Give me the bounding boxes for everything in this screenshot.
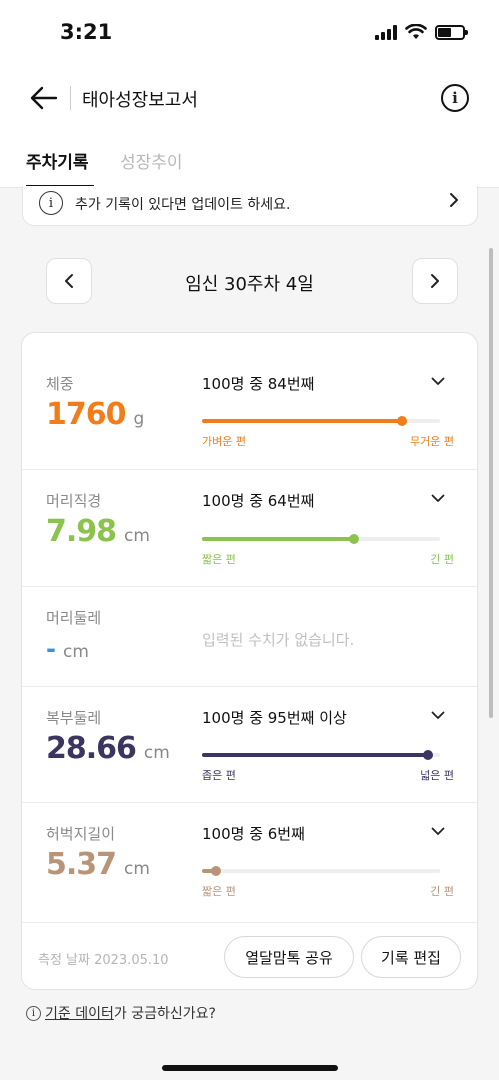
arrow-left-icon [30, 86, 58, 110]
info-icon: i [452, 89, 458, 107]
edit-record-button[interactable]: 기록 편집 [361, 936, 461, 978]
metric-number: 7.98 [46, 514, 117, 549]
percentile-track [202, 750, 440, 760]
metric-label: 머리둘레 [46, 609, 102, 627]
page-title: 태아성장보고서 [82, 90, 198, 111]
metric-number: - [46, 635, 56, 663]
status-time: 3:21 [60, 20, 113, 44]
metric-rank: 100명 중 6번째 [202, 825, 305, 843]
metric-unit: cm [124, 859, 150, 879]
notice-text: 추가 기록이 있다면 업데이트 하세요. [75, 197, 291, 213]
percentile-marker [211, 866, 222, 876]
metric-weight[interactable]: 체중 1760 g 100명 중 84번째 가벼운 편 무거운 편 [22, 333, 477, 470]
status-icons [375, 24, 468, 40]
metric-value: - cm [46, 635, 89, 663]
content-area: i 추가 기록이 있다면 업데이트 하세요. 임신 30주차 4일 체중 176… [0, 186, 499, 1080]
info-button[interactable]: i [441, 84, 469, 112]
chevron-right-icon [431, 274, 439, 288]
percentile-marker [396, 416, 407, 426]
percentile-fill [202, 537, 355, 541]
week-navigator: 임신 30주차 4일 [0, 258, 499, 304]
metric-rank: 100명 중 64번째 [202, 492, 315, 510]
info-icon: i [39, 191, 63, 215]
metric-femur-length[interactable]: 허벅지길이 5.37 cm 100명 중 6번째 짧은 편 긴 편 [22, 803, 477, 923]
metric-number: 28.66 [46, 731, 137, 766]
growth-card: 체중 1760 g 100명 중 84번째 가벼운 편 무거운 편 머리직경 7.… [21, 332, 478, 990]
metric-abdominal-circumference[interactable]: 복부둘레 28.66 cm 100명 중 95번째 이상 좁은 편 넓은 편 [22, 687, 477, 803]
battery-icon [435, 24, 468, 40]
metric-unit: cm [124, 526, 150, 546]
scale-high-label: 긴 편 [430, 553, 454, 566]
metric-head-diameter[interactable]: 머리직경 7.98 cm 100명 중 64번째 짧은 편 긴 편 [22, 470, 477, 587]
scrollbar[interactable] [489, 248, 493, 718]
tab-growth-trend[interactable]: 성장추이 [120, 148, 183, 173]
metric-label: 머리직경 [46, 492, 102, 510]
reference-data-link[interactable]: 기준 데이터 [45, 1006, 114, 1022]
metric-value: 7.98 cm [46, 514, 150, 549]
status-bar: 3:21 [0, 0, 499, 62]
scale-high-label: 넓은 편 [420, 769, 454, 782]
scale-low-label: 좁은 편 [202, 769, 236, 782]
measure-date: 측정 날짜 2023.05.10 [38, 953, 169, 968]
chevron-down-icon[interactable] [431, 821, 445, 840]
percentile-track [202, 866, 440, 876]
metric-unit: g [133, 409, 145, 429]
metric-empty-message: 입력된 수치가 없습니다. [202, 631, 355, 649]
percentile-fill [202, 753, 429, 757]
percentile-marker [423, 750, 434, 760]
metric-value: 5.37 cm [46, 847, 150, 882]
home-indicator [162, 1065, 338, 1071]
help-text: 가 궁금하신가요? [113, 1006, 216, 1022]
metric-label: 복부둘레 [46, 709, 102, 727]
card-footer: 측정 날짜 2023.05.10 열달맘톡 공유 기록 편집 [22, 923, 477, 989]
metric-number: 1760 [46, 397, 126, 432]
metric-unit: cm [62, 642, 89, 662]
chevron-down-icon[interactable] [431, 371, 445, 390]
back-button[interactable] [26, 80, 62, 116]
chevron-down-icon[interactable] [431, 488, 445, 507]
scale-low-label: 짧은 편 [202, 553, 236, 566]
wifi-icon [405, 24, 427, 39]
chevron-right-icon [449, 192, 459, 213]
metric-label: 체중 [46, 375, 74, 393]
metric-unit: cm [143, 743, 170, 763]
info-icon: i [26, 1005, 41, 1021]
scale-high-label: 무거운 편 [410, 435, 454, 448]
chevron-down-icon[interactable] [431, 705, 445, 724]
scale-high-label: 긴 편 [430, 885, 454, 898]
share-button[interactable]: 열달맘톡 공유 [224, 936, 354, 978]
next-week-button[interactable] [412, 258, 458, 304]
metric-value: 1760 g [46, 397, 144, 432]
update-notice[interactable]: i 추가 기록이 있다면 업데이트 하세요. [22, 186, 478, 226]
percentile-track [202, 416, 440, 426]
cellular-signal-icon [375, 24, 397, 40]
scale-low-label: 짧은 편 [202, 885, 236, 898]
scale-low-label: 가벼운 편 [202, 435, 246, 448]
app-header: 태아성장보고서 i [0, 70, 499, 126]
percentile-track [202, 534, 440, 544]
tab-weekly-record[interactable]: 주차기록 [26, 148, 89, 173]
metric-label: 허벅지길이 [46, 825, 116, 843]
metric-number: 5.37 [46, 847, 117, 882]
tab-bar: 주차기록 성장추이 [0, 140, 499, 188]
metric-rank: 100명 중 84번째 [202, 375, 315, 393]
metric-head-circumference: 머리둘레 - cm 입력된 수치가 없습니다. [22, 587, 477, 687]
metric-value: 28.66 cm [46, 731, 170, 766]
percentile-marker [349, 534, 360, 544]
percentile-fill [202, 419, 402, 423]
reference-data-help: i 기준 데이터가 궁금하신가요? [26, 1003, 216, 1023]
metric-rank: 100명 중 95번째 이상 [202, 709, 347, 727]
header-divider [70, 86, 71, 110]
